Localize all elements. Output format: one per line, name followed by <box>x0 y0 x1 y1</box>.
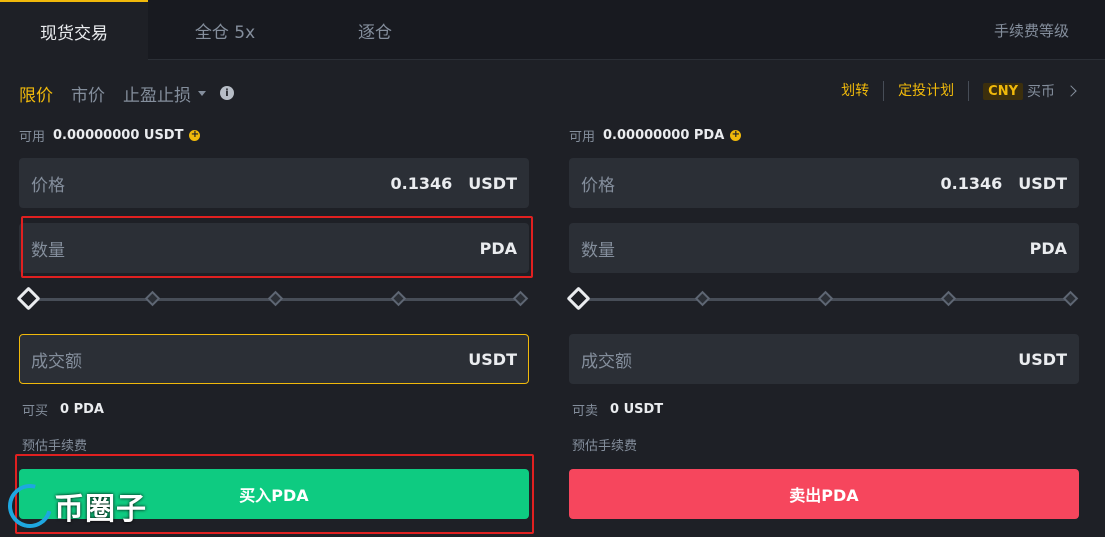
buy-max-amount: 可买 0 PDA <box>22 400 104 419</box>
buy-estimated-fee: 预估手续费 <box>22 439 88 454</box>
info-icon[interactable]: i <box>220 86 234 100</box>
buy-price-unit: USDT <box>468 173 517 193</box>
order-type-limit[interactable]: 限价 <box>19 81 53 106</box>
sell-available: 可用 0.00000000 PDA + <box>569 120 1079 150</box>
sell-available-value: 0.00000000 PDA <box>603 127 725 143</box>
chevron-right-icon <box>1065 85 1077 97</box>
buy-total-label: 成交额 <box>31 351 82 372</box>
watermark-logo-icon <box>0 475 61 537</box>
header-links: 划转 定投计划 CNY 买币 <box>841 80 1077 102</box>
sell-quantity-input[interactable]: 数量 PDA <box>569 223 1079 273</box>
buy-panel: 可用 0.00000000 USDT + 价格 0.1346 USDT 数量 P… <box>16 120 529 519</box>
slider-mark-100[interactable] <box>1062 290 1079 307</box>
slider-mark-25[interactable] <box>144 290 161 307</box>
buy-available: 可用 0.00000000 USDT + <box>19 120 529 150</box>
buy-total-unit: USDT <box>468 349 517 369</box>
sell-estimated-fee: 预估手续费 <box>572 439 638 454</box>
buy-max-value: 0 PDA <box>60 402 104 417</box>
slider-handle[interactable] <box>566 286 591 311</box>
sell-panel: 可用 0.00000000 PDA + 价格 0.1346 USDT 数量 PD… <box>566 120 1079 519</box>
buy-available-label: 可用 <box>19 129 46 145</box>
slider-mark-50[interactable] <box>267 290 284 307</box>
buy-crypto-link[interactable]: CNY 买币 <box>969 81 1077 101</box>
sell-price-value[interactable]: 0.1346 <box>941 174 1003 193</box>
slider-mark-75[interactable] <box>940 290 957 307</box>
plus-icon[interactable]: + <box>189 129 201 141</box>
slider-mark-50[interactable] <box>817 290 834 307</box>
tab-cross-margin[interactable]: 全仓 5x <box>150 0 300 60</box>
buy-quantity-input[interactable]: 数量 PDA <box>19 223 529 273</box>
buy-price-input[interactable]: 价格 0.1346 USDT <box>19 158 529 208</box>
currency-badge: CNY <box>983 82 1023 100</box>
sell-available-label: 可用 <box>569 129 596 145</box>
sell-max-amount: 可卖 0 USDT <box>572 400 663 419</box>
slider-handle[interactable] <box>16 286 41 311</box>
order-type-stop-limit[interactable]: 止盈止损 <box>123 81 206 106</box>
watermark-text: 币圈子 <box>54 492 147 527</box>
plus-icon[interactable]: + <box>730 129 742 141</box>
buy-available-value: 0.00000000 USDT <box>53 127 184 143</box>
buy-crypto-label: 买币 <box>1027 84 1055 100</box>
buy-total-input[interactable]: 成交额 USDT <box>19 334 529 384</box>
order-type-stop-label: 止盈止损 <box>123 85 191 106</box>
tab-spot[interactable]: 现货交易 <box>0 0 148 60</box>
buy-quantity-label: 数量 <box>31 240 65 261</box>
auto-invest-link[interactable]: 定投计划 <box>884 81 970 101</box>
transfer-link[interactable]: 划转 <box>841 81 885 101</box>
order-type-market[interactable]: 市价 <box>71 81 105 106</box>
sell-price-unit: USDT <box>1018 173 1067 193</box>
slider-mark-100[interactable] <box>512 290 529 307</box>
sell-max-value: 0 USDT <box>610 402 664 417</box>
fee-level-link[interactable]: 手续费等级 <box>994 0 1069 60</box>
buy-price-label: 价格 <box>31 175 65 196</box>
buy-price-value[interactable]: 0.1346 <box>391 174 453 193</box>
sell-price-input[interactable]: 价格 0.1346 USDT <box>569 158 1079 208</box>
watermark: 币圈子 <box>0 475 147 537</box>
sell-button[interactable]: 卖出PDA <box>569 469 1079 519</box>
order-type-selector: 限价 市价 止盈止损 i <box>19 80 234 106</box>
tab-isolated-margin[interactable]: 逐仓 <box>300 0 450 60</box>
sell-max-label: 可卖 <box>572 404 599 419</box>
sell-price-label: 价格 <box>581 175 615 196</box>
sell-quantity-label: 数量 <box>581 240 615 261</box>
buy-max-label: 可买 <box>22 404 49 419</box>
sell-total-unit: USDT <box>1018 349 1067 369</box>
buy-quantity-unit: PDA <box>479 238 517 258</box>
buy-percent-slider[interactable] <box>16 286 529 311</box>
sell-quantity-unit: PDA <box>1029 238 1067 258</box>
slider-mark-75[interactable] <box>390 290 407 307</box>
caret-down-icon <box>198 90 206 96</box>
sell-total-input[interactable]: 成交额 USDT <box>569 334 1079 384</box>
sell-total-label: 成交额 <box>581 351 632 372</box>
sell-percent-slider[interactable] <box>566 286 1079 311</box>
top-tab-bar: 现货交易 全仓 5x 逐仓 手续费等级 <box>0 0 1105 60</box>
slider-mark-25[interactable] <box>694 290 711 307</box>
